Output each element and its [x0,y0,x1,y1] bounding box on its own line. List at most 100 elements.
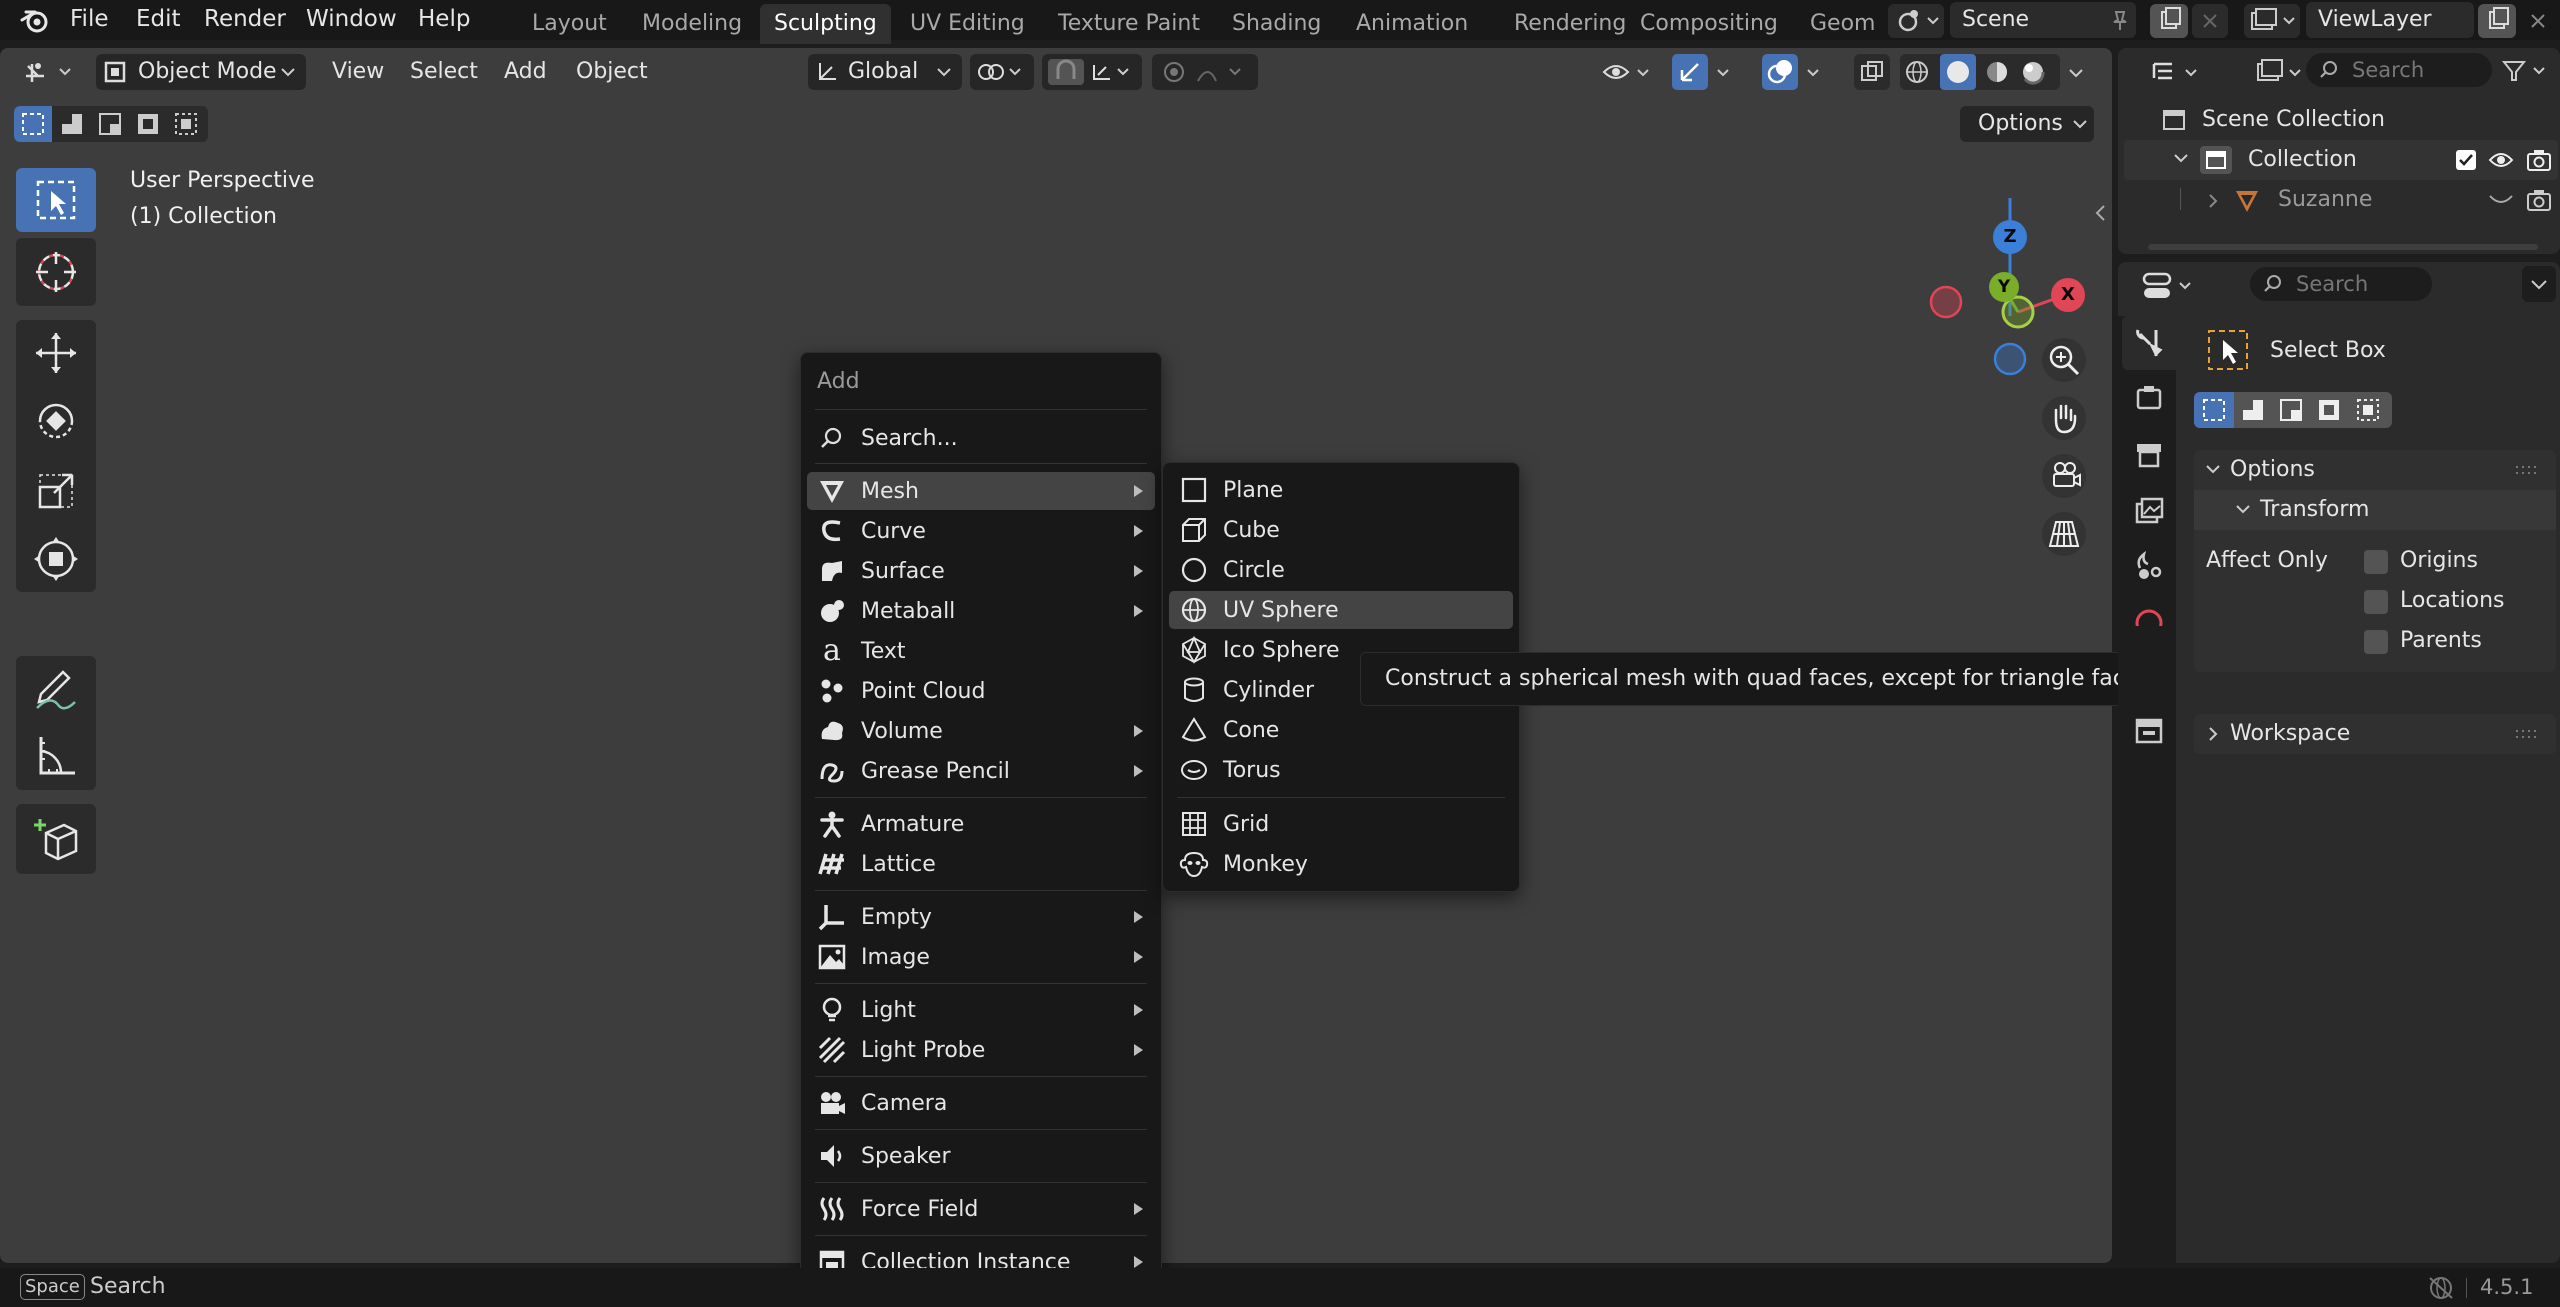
add-menu-item-point-cloud[interactable]: Point Cloud [807,672,1155,710]
tab-animation[interactable]: Animation [1342,4,1482,44]
tab-render-icon[interactable] [2132,382,2166,416]
add-menu-item-speaker[interactable]: Speaker [807,1137,1155,1175]
eye-closed-icon[interactable] [2488,192,2514,208]
eye-icon[interactable] [2488,150,2514,170]
tab-compositing[interactable]: Compositing [1626,4,1792,44]
select-intersect-icon[interactable] [168,106,204,142]
tool-transform[interactable] [16,526,96,592]
select-extend-icon[interactable] [54,106,90,142]
mesh-menu-item-cone[interactable]: Cone [1169,711,1513,749]
select-invert-icon[interactable] [130,106,166,142]
render-camera-icon[interactable] [2526,188,2552,212]
menu-select[interactable]: Select [410,54,478,90]
sidebar-toggle-icon[interactable] [2090,198,2110,228]
rendered-shading-icon[interactable] [2020,59,2046,85]
menu-window[interactable]: Window [306,0,397,40]
locations-checkbox[interactable] [2364,590,2388,614]
collection-row[interactable]: Collection [2124,140,2558,180]
origins-checkbox[interactable] [2364,550,2388,574]
tab-sculpting[interactable]: Sculpting [760,4,891,44]
overlays-toggle-icon[interactable] [1762,54,1828,90]
display-mode-icon[interactable] [2252,54,2312,90]
drag-handle-icon[interactable] [2514,728,2538,740]
menu-edit[interactable]: Edit [136,0,181,40]
mesh-menu-item-cube[interactable]: Cube [1169,511,1513,549]
menu-object[interactable]: Object [576,54,648,90]
tab-geometry-nodes[interactable]: Geom [1796,4,1889,44]
mode-subtract-icon[interactable] [2272,392,2310,428]
menu-help[interactable]: Help [418,0,470,40]
tab-output-icon[interactable] [2132,438,2166,472]
tool-move[interactable] [16,320,96,386]
select-new-icon[interactable] [14,106,52,142]
add-menu-item-camera[interactable]: Camera [807,1084,1155,1122]
properties-editor-type-icon[interactable] [2140,268,2200,304]
add-menu-item-mesh[interactable]: Mesh [807,472,1155,510]
tool-annotate[interactable] [16,656,96,722]
gizmo-z-axis[interactable]: Z [1993,220,2027,254]
blender-logo-icon[interactable] [20,6,50,34]
solid-shading-icon[interactable] [1940,54,1976,90]
zoom-icon[interactable] [2042,338,2086,382]
tab-uv-editing[interactable]: UV Editing [896,4,1039,44]
mesh-menu-item-torus[interactable]: Torus [1169,751,1513,789]
gizmo-toggle-icon[interactable] [1672,54,1738,90]
mesh-menu-item-plane[interactable]: Plane [1169,471,1513,509]
tool-rotate[interactable] [16,386,96,456]
tab-texture-paint[interactable]: Texture Paint [1044,4,1214,44]
scene-selector-icon[interactable] [1888,4,1944,38]
mesh-menu-item-grid[interactable]: Grid [1169,805,1513,843]
add-menu-item-light[interactable]: Light [807,991,1155,1029]
add-menu-item-curve[interactable]: Curve [807,512,1155,550]
menu-view[interactable]: View [332,54,384,90]
tool-add-cube[interactable] [16,804,96,874]
tab-scene-icon[interactable] [2132,550,2166,584]
origins-label[interactable]: Origins [2400,548,2478,573]
add-menu-item-volume[interactable]: Volume [807,712,1155,750]
tool-scale[interactable] [16,456,96,526]
view-layer-name-field[interactable]: ViewLayer [2306,2,2474,38]
delete-scene-icon[interactable] [2192,4,2228,38]
tab-rendering[interactable]: Rendering [1500,4,1640,44]
mesh-menu-item-uv-sphere[interactable]: UV Sphere [1169,591,1513,629]
menu-file[interactable]: File [70,0,109,40]
perspective-toggle-icon[interactable] [2042,512,2086,556]
tab-view-layer-icon[interactable] [2132,494,2166,528]
chevron-down-icon[interactable] [2172,152,2190,166]
transform-subpanel-header[interactable]: Transform [2194,490,2556,530]
mesh-menu-item-monkey[interactable]: Monkey [1169,845,1513,883]
mode-extend-icon[interactable] [2234,392,2272,428]
object-mode-dropdown[interactable]: Object Mode [96,54,306,90]
editor-type-icon[interactable] [18,54,78,90]
render-camera-icon[interactable] [2526,148,2552,172]
xray-toggle-icon[interactable] [1854,54,1890,90]
add-menu-item-text[interactable]: a Text [807,632,1155,670]
filter-icon[interactable] [2496,52,2556,88]
wireframe-shading-icon[interactable] [1904,59,1930,85]
transform-orientation-dropdown[interactable]: Global [808,54,962,90]
pin-icon[interactable] [2108,8,2132,32]
add-menu-item-surface[interactable]: Surface [807,552,1155,590]
suzanne-row[interactable]: Suzanne [2124,180,2558,220]
drag-handle-icon[interactable] [2514,464,2538,476]
add-menu-item-image[interactable]: Image [807,938,1155,976]
checkbox-checked-icon[interactable] [2456,150,2476,170]
gizmo-x-axis[interactable]: X [2051,278,2085,312]
delete-view-layer-icon[interactable] [2520,4,2556,38]
outliner-search-field[interactable]: Search [2306,53,2492,87]
tool-cursor[interactable] [16,238,96,306]
camera-view-icon[interactable] [2042,454,2086,498]
tab-tool-icon[interactable] [2122,316,2176,370]
outliner-scrollbar[interactable] [2148,244,2538,250]
mode-new-icon[interactable] [2194,392,2234,428]
add-menu-item-force-field[interactable]: Force Field [807,1190,1155,1228]
pan-hand-icon[interactable] [2042,396,2086,440]
menu-render[interactable]: Render [204,0,286,40]
tab-shading[interactable]: Shading [1218,4,1335,44]
tab-collection-icon[interactable] [2132,714,2166,748]
add-menu-item-grease-pencil[interactable]: Grease Pencil [807,752,1155,790]
new-view-layer-icon[interactable] [2478,4,2516,38]
add-menu-search[interactable]: Search... [807,419,1155,457]
tool-measure[interactable] [16,722,96,790]
properties-search-field[interactable]: Search [2250,267,2432,301]
